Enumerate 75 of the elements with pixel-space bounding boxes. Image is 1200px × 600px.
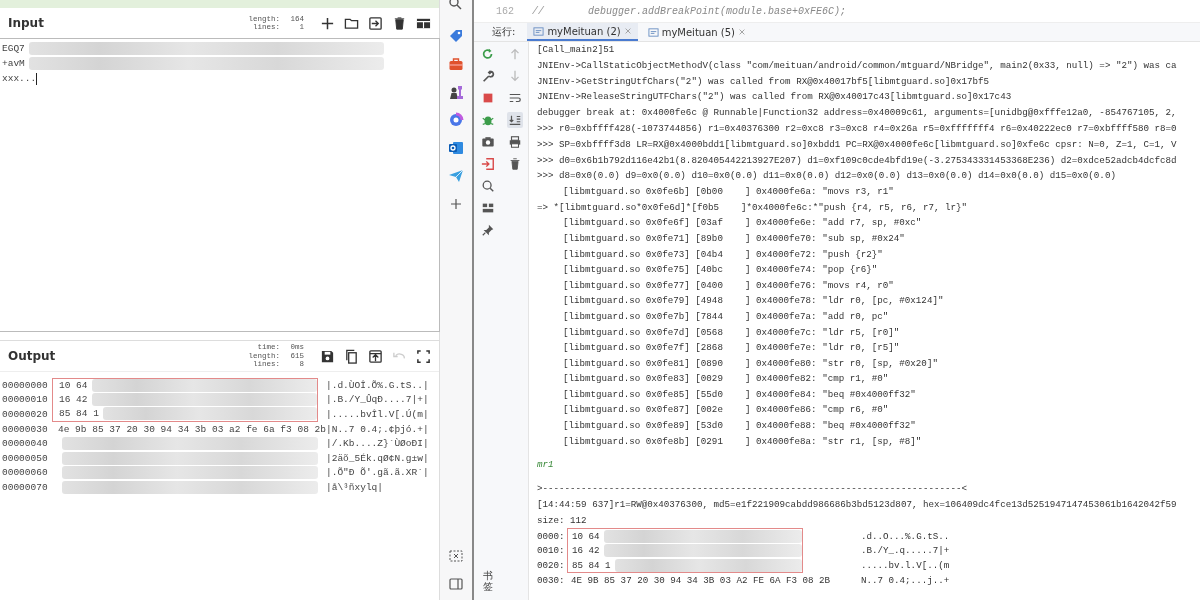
- ascii-text: .....bv.l.V[..(m: [861, 560, 950, 572]
- disassembly-line: [libmtguard.so 0x0fe6b] [0b00 ] 0x4000fe6a: "movs r3, r1": [562, 185, 895, 200]
- log-line: >>> d8=0x0(0.0) d9=0x0(0.0) d10=0x0(0.0) d11=0x0(0.0) d12=0x0(0.0) d13=0x0(0.0) d14=0x0(0.0) d15=0x0(0.0): [537, 169, 1117, 184]
- input-text: EGQ7: [2, 42, 25, 56]
- input-text: +avM: [2, 57, 25, 71]
- disassembly-line: [libmtguard.so 0x0fe7b] [7844 ] 0x4000fe7a: "add r0, pc": [562, 309, 890, 324]
- disassembly-line: [libmtguard.so 0x0fe7f] [2868 ] 0x4000fe7e: "ldr r0, [r5]": [562, 341, 901, 356]
- input-title: Input: [8, 16, 45, 30]
- disassembly-line: [libmtguard.so 0x0fe73] [04b4 ] 0x4000fe72: "push {r2}": [562, 247, 884, 262]
- log-line: >>> d0=0x6b1b792d116e42b1(8.820405442213927E207) d1=0xf109c0cde4bfd19e(-3.275343331453368E236) d2=0xdce52adcb4dcfc8d: [537, 153, 1178, 168]
- offset-text: 00000060: [1, 467, 49, 479]
- dump-header: [14:44:59 637]r1=RW@0x40376300, md5=e1f221909cabdd986686b3bd5123d807, hex=106409dc4fce13d5251947147453061b1642042f59: [537, 498, 1178, 513]
- offset-text: 00000030: [1, 423, 49, 435]
- disassembly-line: => *[libmtguard.so*0x0fe6d]*[f0b5 ]*0x4000fe6c:*"push {r4, r5, r6, r7, lr}": [537, 200, 969, 215]
- disassembly-line: [libmtguard.so 0x0fe85] [55d0 ] 0x4000fe84: "beq #0x4000ff32": [562, 387, 917, 402]
- log-line: >>> r0=0xbffff428(-1073744856) r1=0x40376300 r2=0xc8 r3=0xc8 r4=0x26a r5=0xfffffff4 r6=0x40222ec0 r7=0xbffff580 r8=0: [537, 122, 1178, 136]
- offset-text: 0020:: [537, 560, 566, 572]
- log-line: JNIEnv->ReleaseStringUTFChars("2") was called from RX@0x40017c43[libmtguard.so]0x17c43: [537, 90, 1013, 105]
- offset-text: 00000070: [1, 481, 49, 493]
- run-tab[interactable]: myMeituan (5): [641, 23, 752, 41]
- offset-text: 00000050: [1, 452, 49, 464]
- ascii-text: |/.Kb....Z}`ÙØoÐI|: [326, 438, 429, 450]
- disassembly-line: [libmtguard.so 0x0fe77] [0400 ] 0x4000fe76: "movs r4, r0": [562, 278, 895, 293]
- hex-text: 16 42: [572, 545, 600, 557]
- hex-text: 85 84 1: [59, 408, 99, 420]
- ascii-text: .d..O...%.G.tS..: [861, 530, 950, 542]
- disassembly-line: [libmtguard.so 0x0fe83] [0029 ] 0x4000fe82: "cmp r1, #0": [562, 372, 890, 387]
- hex-text: 10 64: [59, 380, 88, 392]
- log-line: JNIEnv->GetStringUtfChars("2") was called from RX@0x40017bf5[libmtguard.so]0x17bf5: [537, 74, 991, 89]
- disassembly-line: [libmtguard.so 0x0fe79] [4948 ] 0x4000fe78: "ldr r0, [pc, #0x124]": [562, 294, 945, 309]
- disassembly-line: [libmtguard.so 0x0fe75] [40bc ] 0x4000fe74: "pop {r6}": [562, 263, 879, 278]
- ascii-text: N..7 0.4;...j..+: [861, 574, 950, 586]
- disassembly-line: [libmtguard.so 0x0fe89] [53d0 ] 0x4000fe88: "beq #0x4000ff32": [562, 419, 917, 434]
- command-text: mr1: [537, 458, 555, 473]
- code-line: debugger.addBreakPoint(module.base+0xFE6C);: [588, 5, 847, 17]
- input-text-area[interactable]: EGQ7 +avM xxx...: [0, 38, 440, 332]
- ascii-text: |å\³ñxylq|: [326, 481, 383, 493]
- disassembly-line: [libmtguard.so 0x0fe7d] [0568 ] 0x4000fe7c: "ldr r5, [r0]": [562, 325, 901, 340]
- offset-text: 00000010: [1, 394, 49, 406]
- ascii-text: |N..7 0.4;.¢þjó.+|: [326, 423, 429, 435]
- comment-marker: //: [532, 5, 545, 17]
- ascii-text: .B./Y_.q.....7|+: [861, 545, 950, 557]
- log-line: >>> SP=0xbffff3d8 LR=RX@0x4000bdd1[libmtguard.so]0xbdd1 PC=RX@0x4000fe6c[libmtguard.so]0xfe6c cpsr: N=0, Z=1, C=1, V: [537, 137, 1178, 152]
- ascii-text: |.....bvÎl.V[.Ú(m|: [326, 409, 429, 420]
- hex-text: 4e 9b 85 37 20 30 94 34 3b 03 a2 fe 6a f3 08 2b: [58, 423, 326, 435]
- disassembly-line: [libmtguard.so 0x0fe6f] [03af ] 0x4000fe6e: "add r7, sp, #0xc": [562, 216, 923, 231]
- hex-text: 85 84 1: [572, 559, 611, 571]
- offset-text: 00000020: [1, 409, 49, 420]
- disassembly-line: [libmtguard.so 0x0fe8b] [0291 ] 0x4000fe8a: "str r1, [sp, #8]": [562, 434, 923, 449]
- size-text: size: 112: [537, 513, 588, 528]
- run-tab[interactable]: myMeituan (2): [527, 23, 638, 41]
- log-line: JNIEnv->CallStaticObjectMethodV(class "com/meituan/android/common/mtguard/NBridge", main2(0x33, null) => "2") was ca: [537, 58, 1178, 73]
- log-line: [Call_main2]51: [537, 43, 616, 57]
- offset-text: 00000040: [1, 438, 49, 450]
- input-text: xxx...: [2, 72, 37, 86]
- line-number: 162: [495, 5, 515, 17]
- offset-text: 0000:: [537, 530, 566, 542]
- ascii-text: |.d.ÙOÎ.Õ%.G.tS..|: [326, 379, 429, 391]
- hex-text: 4E 9B 85 37 20 30 94 34 3B 03 A2 FE 6A F3 08 2B: [571, 574, 831, 586]
- ascii-text: |.Õ"Ð Õ'.gã.ã.XR`|: [326, 467, 429, 479]
- ascii-text: |.B./Y_ÛqÐ....7|+|: [326, 394, 429, 406]
- separator-line: >----------------------------------------------------------------------------<: [537, 482, 969, 497]
- run-label: 运行:: [492, 25, 516, 39]
- offset-text: 0030:: [537, 574, 566, 586]
- hex-text: 16 42: [59, 394, 88, 406]
- offset-text: 00000000: [1, 379, 49, 391]
- log-line: debugger break at: 0x4000fe6c @ Runnable|Function32 address=0x40009c61, arguments=[unidbg@0xfffe12a0, -854767105, 2,: [537, 106, 1178, 121]
- output-title: Output: [8, 349, 57, 363]
- bookmarks-tab[interactable]: 书签: [483, 570, 493, 592]
- disassembly-line: [libmtguard.so 0x0fe71] [89b0 ] 0x4000fe70: "sub sp, #0x24": [562, 231, 906, 246]
- disassembly-line: [libmtguard.so 0x0fe81] [0890 ] 0x4000fe80: "str r0, [sp, #0x20]": [562, 356, 939, 371]
- ascii-text: |2äõ_5Ék.qØ¢N.g±w|: [326, 452, 429, 464]
- disassembly-line: [libmtguard.so 0x0fe87] [002e ] 0x4000fe86: "cmp r6, #0": [562, 403, 890, 418]
- offset-text: 0010:: [537, 545, 566, 557]
- hex-text: 10 64: [572, 531, 600, 543]
